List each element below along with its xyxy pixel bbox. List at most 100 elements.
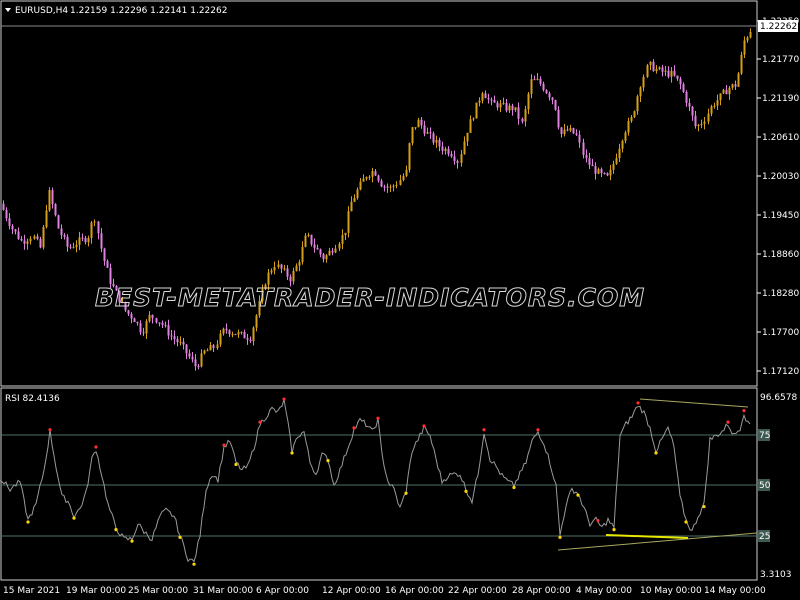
candle-bear bbox=[557, 109, 560, 128]
candle-bull bbox=[642, 76, 645, 88]
rsi-trough-marker bbox=[326, 459, 330, 463]
candle-bull bbox=[45, 210, 48, 228]
time-tick: 31 Mar 00:00 bbox=[193, 586, 253, 596]
candle-bull bbox=[414, 127, 417, 129]
candle-bull bbox=[703, 121, 706, 124]
candle-bear bbox=[533, 79, 536, 81]
candle-bear bbox=[191, 356, 194, 360]
candle-bear bbox=[456, 161, 459, 163]
candle-bear bbox=[139, 323, 142, 333]
rsi-trough-marker bbox=[130, 539, 134, 543]
candle-bull bbox=[359, 181, 362, 190]
candle-bull bbox=[72, 247, 75, 249]
candle-bull bbox=[292, 270, 295, 282]
candle-bear bbox=[734, 84, 737, 87]
candle-bear bbox=[542, 83, 545, 91]
candle-bear bbox=[142, 332, 145, 334]
rsi-trough-marker bbox=[26, 520, 30, 524]
candle-bear bbox=[386, 186, 389, 188]
time-tick: 14 May 00:00 bbox=[704, 586, 766, 596]
candle-bull bbox=[48, 190, 51, 211]
time-tick: 22 Apr 00:00 bbox=[448, 586, 507, 596]
candle-bull bbox=[307, 234, 310, 236]
candle-bull bbox=[743, 40, 746, 55]
candle-bull bbox=[399, 180, 402, 185]
candle-bear bbox=[164, 324, 167, 326]
time-axis: 15 Mar 2021 19 Mar 00:00 25 Mar 00:00 31… bbox=[3, 586, 766, 596]
candle-bull bbox=[670, 70, 673, 77]
candle-bull bbox=[658, 67, 661, 70]
candle-bear bbox=[688, 103, 691, 107]
time-tick: 25 Mar 00:00 bbox=[128, 586, 188, 596]
candle-bull bbox=[408, 143, 411, 170]
candle-bear bbox=[441, 146, 444, 151]
candle-bear bbox=[167, 325, 170, 336]
candle-bear bbox=[676, 75, 679, 79]
candle-bear bbox=[453, 156, 456, 162]
rsi-trough-marker bbox=[654, 451, 658, 455]
candle-bear bbox=[420, 119, 423, 126]
candle-bull bbox=[200, 353, 203, 367]
chart-canvas[interactable]: EURUSD,H4 1.22159 1.22296 1.22141 1.2226… bbox=[0, 0, 800, 600]
price-tick: 1.17120 bbox=[762, 367, 799, 377]
candle-bear bbox=[575, 133, 578, 135]
rsi-level-25-label: 25 bbox=[759, 532, 770, 542]
candle-bear bbox=[585, 154, 588, 159]
candle-bull bbox=[710, 106, 713, 114]
candle-bull bbox=[277, 264, 280, 268]
candle-bear bbox=[103, 248, 106, 261]
candle-bull bbox=[527, 93, 530, 110]
candle-bear bbox=[517, 107, 520, 119]
dropdown-triangle-icon[interactable] bbox=[5, 8, 11, 12]
candle-bull bbox=[252, 327, 255, 342]
rsi-pane-border bbox=[0, 387, 758, 581]
rsi-upper-trendline bbox=[639, 398, 749, 408]
candle-bull bbox=[481, 93, 484, 101]
candle-bear bbox=[60, 228, 63, 236]
candle-bear bbox=[66, 236, 69, 247]
candle-bear bbox=[505, 103, 508, 111]
candle-bull bbox=[475, 102, 478, 119]
price-tick: 1.21770 bbox=[762, 55, 799, 65]
rsi-peak-marker bbox=[742, 409, 746, 413]
candle-bear bbox=[603, 172, 606, 174]
rsi-peak-marker bbox=[282, 397, 286, 401]
candle-bear bbox=[691, 106, 694, 116]
candle-bear bbox=[188, 353, 191, 357]
rsi-levels: 75 50 25 96.6578 3.3103 bbox=[1, 393, 797, 580]
candle-bull bbox=[731, 84, 734, 88]
candle-bear bbox=[594, 166, 597, 174]
candle-bear bbox=[17, 231, 20, 239]
rsi-scale-max: 96.6578 bbox=[760, 393, 797, 403]
candle-bear bbox=[197, 366, 200, 368]
candle-bull bbox=[514, 107, 517, 111]
candle-bear bbox=[554, 100, 557, 110]
candle-bull bbox=[618, 148, 621, 158]
candle-bull bbox=[270, 270, 273, 273]
candle-bull bbox=[231, 334, 234, 336]
candle-bear bbox=[313, 244, 316, 248]
candle-bear bbox=[23, 240, 26, 244]
candle-bear bbox=[331, 250, 334, 253]
price-tick: 1.20610 bbox=[762, 133, 799, 143]
candle-bull bbox=[655, 69, 658, 72]
candle-bear bbox=[225, 328, 228, 331]
candle-bull bbox=[728, 87, 731, 95]
candle-bear bbox=[39, 238, 42, 248]
candle-bear bbox=[57, 215, 60, 229]
candle-bear bbox=[447, 148, 450, 155]
candle-bear bbox=[176, 339, 179, 343]
candle-bear bbox=[484, 93, 487, 99]
candle-bull bbox=[405, 169, 408, 176]
candle-bull bbox=[362, 178, 365, 182]
candle-bull bbox=[26, 241, 29, 244]
price-tick: 1.17700 bbox=[762, 328, 799, 338]
symbol-title: EURUSD,H4 bbox=[15, 6, 68, 16]
candle-bear bbox=[63, 235, 66, 237]
time-tick: 15 Mar 2021 bbox=[3, 586, 60, 596]
ohlc-values: 1.22159 1.22296 1.22141 1.22262 bbox=[70, 6, 227, 16]
rsi-scale-min: 3.3103 bbox=[760, 570, 792, 580]
candle-bull bbox=[746, 37, 749, 41]
candle-bear bbox=[151, 314, 154, 319]
rsi-trough-marker bbox=[684, 520, 688, 524]
